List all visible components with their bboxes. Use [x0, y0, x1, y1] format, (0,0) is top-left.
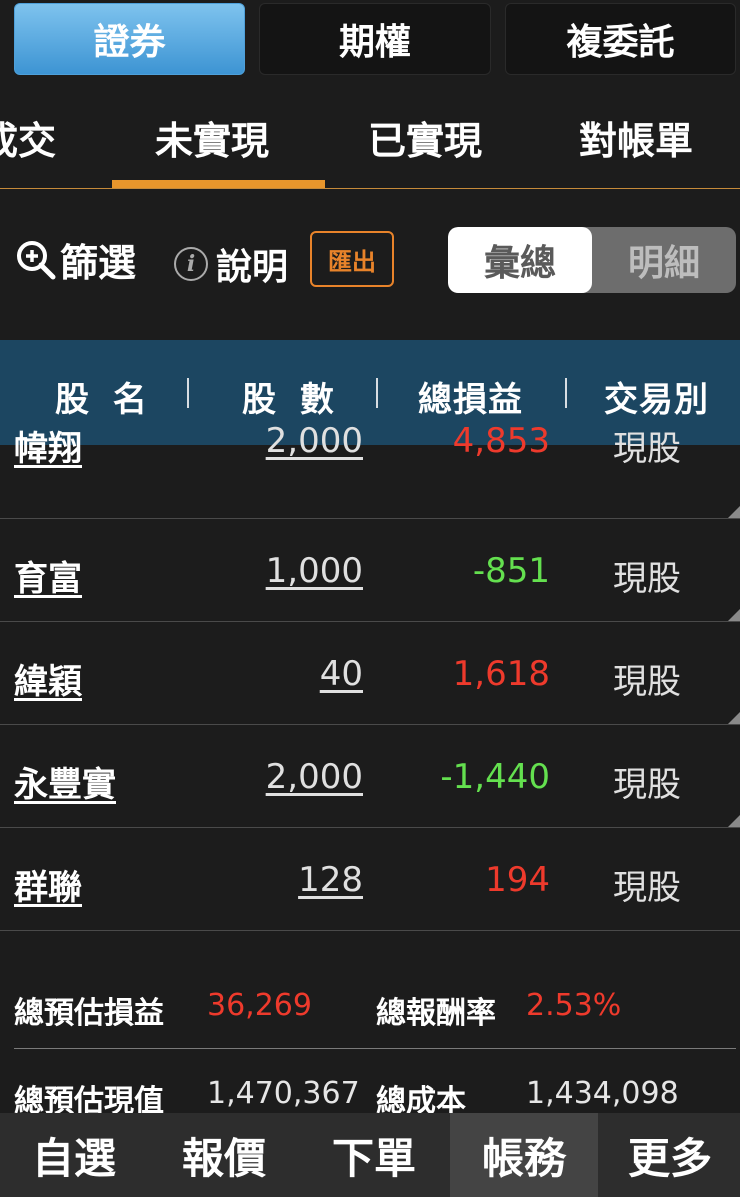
row-corner-indicator — [728, 609, 740, 621]
stock-name-link[interactable]: 幃翔 — [14, 421, 82, 470]
info-icon: i — [174, 247, 208, 281]
toolbar: 篩選 i 說明 匯出 明細 彙總 — [0, 190, 740, 340]
search-icon — [17, 240, 56, 279]
bottom-nav: 自選 報價 下單 帳務 更多 — [0, 1113, 740, 1197]
est-pl-label: 總預估損益 — [14, 996, 164, 1031]
nav-order[interactable]: 下單 — [300, 1113, 448, 1197]
shares-value[interactable]: 128 — [298, 860, 363, 900]
tab-sub-brokerage[interactable]: 複委託 — [505, 3, 736, 75]
total-pl-value: 4,853 — [452, 421, 550, 461]
table-row[interactable]: 永豐實 2,000 -1,440 現股 — [0, 725, 740, 828]
nav-more[interactable]: 更多 — [600, 1113, 740, 1197]
header-trade-type[interactable]: 交易別 — [604, 372, 709, 421]
trade-type-value: 現股 — [613, 662, 681, 702]
summary-panel: 總預估損益 36,269 總報酬率 2.53% 總預估現值 1,470,367 … — [0, 960, 740, 1119]
tab-realized[interactable]: 已實現 — [368, 110, 482, 165]
stock-name-link[interactable]: 永豐實 — [14, 757, 116, 806]
nav-quotes[interactable]: 報價 — [150, 1113, 298, 1197]
header-stock-name[interactable]: 股 名 — [55, 372, 153, 421]
summary-divider — [14, 1048, 736, 1049]
toggle-summary[interactable]: 彙總 — [448, 227, 592, 293]
nav-account[interactable]: 帳務 — [450, 1113, 598, 1197]
tab-filled[interactable]: 成交 — [0, 110, 56, 165]
shares-value[interactable]: 2,000 — [266, 757, 363, 797]
filter-button[interactable]: 篩選 — [14, 232, 136, 287]
tab-securities[interactable]: 證券 — [14, 3, 245, 75]
nav-watchlist[interactable]: 自選 — [0, 1113, 148, 1197]
return-rate-label: 總報酬率 — [376, 996, 496, 1031]
tab-statement[interactable]: 對帳單 — [579, 110, 693, 165]
header-divider — [187, 378, 189, 408]
summary-detail-toggle[interactable]: 明細 彙總 — [448, 227, 736, 293]
table-row[interactable]: 幃翔 2,000 4,853 現股 — [0, 415, 740, 519]
header-total-pl[interactable]: 總損益 — [418, 372, 523, 421]
top-segment-tabs: 證券 期權 複委託 — [0, 0, 740, 80]
stock-name-link[interactable]: 育富 — [14, 551, 82, 600]
trade-type-value: 現股 — [613, 429, 681, 469]
shares-value[interactable]: 40 — [320, 654, 363, 694]
shares-value[interactable]: 1,000 — [266, 551, 363, 591]
export-button[interactable]: 匯出 — [310, 231, 394, 287]
explain-button[interactable]: i 說明 — [174, 238, 288, 290]
total-cost-value: 1,434,098 — [526, 1076, 679, 1111]
tab-unrealized[interactable]: 未實現 — [155, 110, 269, 165]
row-corner-indicator — [728, 506, 740, 518]
tab-options[interactable]: 期權 — [259, 3, 491, 75]
sub-tabs: 成交 未實現 已實現 對帳單 — [0, 80, 740, 189]
table-row[interactable]: 育富 1,000 -851 現股 — [0, 519, 740, 622]
filter-label: 篩選 — [60, 241, 137, 285]
shares-value[interactable]: 2,000 — [266, 421, 363, 461]
trade-type-value: 現股 — [613, 559, 681, 599]
header-divider — [565, 378, 567, 408]
return-rate-value: 2.53% — [526, 988, 622, 1023]
total-pl-value: -851 — [472, 551, 550, 591]
stock-name-link[interactable]: 緯穎 — [14, 654, 82, 703]
trade-type-value: 現股 — [613, 765, 681, 805]
total-pl-value: -1,440 — [440, 757, 550, 797]
header-shares[interactable]: 股 數 — [242, 372, 340, 421]
table-row[interactable]: 群聯 128 194 現股 — [0, 828, 740, 931]
explain-label: 說明 — [216, 247, 289, 288]
est-value-value: 1,470,367 — [207, 1076, 360, 1111]
total-pl-value: 1,618 — [452, 654, 550, 694]
active-tab-indicator — [112, 180, 325, 188]
row-corner-indicator — [728, 815, 740, 827]
header-divider — [376, 378, 378, 408]
row-corner-indicator — [728, 712, 740, 724]
total-pl-value: 194 — [485, 860, 550, 900]
trade-type-value: 現股 — [613, 868, 681, 908]
toggle-detail[interactable]: 明細 — [592, 227, 736, 293]
stock-name-link[interactable]: 群聯 — [14, 860, 82, 909]
est-pl-value: 36,269 — [207, 988, 312, 1023]
table-row[interactable]: 緯穎 40 1,618 現股 — [0, 622, 740, 725]
